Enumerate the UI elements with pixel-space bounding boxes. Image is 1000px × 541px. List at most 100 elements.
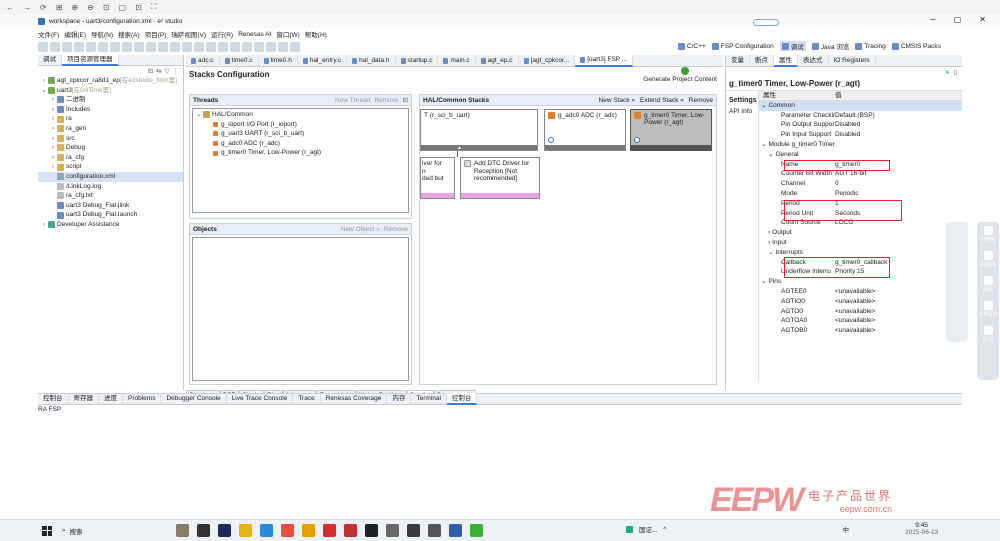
toolbar-icon[interactable] xyxy=(242,41,252,52)
menu-item-1[interactable]: 编辑(E) xyxy=(64,29,86,39)
new-stack-button[interactable]: New Stack » xyxy=(599,95,636,106)
bottom-tab-10[interactable]: 控制台 xyxy=(446,393,478,405)
prop-row[interactable]: Pin Input Support Disabled xyxy=(759,130,962,140)
toolbar-icon[interactable] xyxy=(74,41,84,52)
toolbar-icon[interactable] xyxy=(50,41,60,52)
editor-tab-6[interactable]: main.c xyxy=(438,54,476,67)
app-qq-icon[interactable] xyxy=(365,524,378,537)
prop-value[interactable]: <unavailable> xyxy=(835,287,875,297)
app-taskview-icon[interactable] xyxy=(197,524,210,537)
collapse-threads-icon[interactable]: ⊟ xyxy=(403,95,408,106)
generate-icon[interactable] xyxy=(681,67,689,75)
expand-arrow-icon[interactable]: › xyxy=(40,220,48,230)
tree-item[interactable]: › Includes xyxy=(38,105,183,115)
browser-btn-8[interactable]: ⊡ xyxy=(135,3,142,12)
menu-item-7[interactable]: Renesas AI xyxy=(238,31,271,38)
prop-row[interactable]: AGTIO0 <unavailable> xyxy=(759,297,962,307)
editor-tab-7[interactable]: agt_ep.c xyxy=(476,54,519,67)
tree-item[interactable]: › Developer Assistance xyxy=(38,220,183,230)
app-wechat-icon[interactable] xyxy=(470,524,483,537)
expand-arrow-icon[interactable]: ⌄ xyxy=(761,278,766,285)
toolbar-icon[interactable] xyxy=(38,41,48,52)
app-gray-icon[interactable] xyxy=(386,524,399,537)
toolbar-icon[interactable] xyxy=(110,41,120,52)
toolbar-icon[interactable] xyxy=(278,41,288,52)
app-camera-icon[interactable] xyxy=(407,524,420,537)
stack-card-uart[interactable]: T (r_sci_b_uart) ▲ xyxy=(420,109,538,151)
toolbar-icon[interactable] xyxy=(194,41,204,52)
bottom-tab-9[interactable]: Terminal xyxy=(411,393,447,405)
sub-card-dtc[interactable]: Add DTC Driver for Reception [Not recomm… xyxy=(460,157,540,199)
bottom-tab-1[interactable]: 寄存器 xyxy=(69,393,99,405)
menu-item-2[interactable]: 导航(N) xyxy=(91,29,113,39)
prop-row[interactable]: Channel 0 xyxy=(759,179,962,189)
editor-tab-4[interactable]: hal_data.h xyxy=(347,54,396,67)
expand-arrow-icon[interactable]: › xyxy=(49,143,57,153)
clock[interactable]: 9:45 2025-06-13 xyxy=(905,522,938,536)
expand-arrow-icon[interactable]: ⌄ xyxy=(40,86,48,96)
prop-row[interactable]: › Input xyxy=(759,238,962,248)
tree-item[interactable]: › src xyxy=(38,134,183,144)
perspective-3[interactable]: Java 浏览 xyxy=(811,41,849,51)
prop-row[interactable]: ⌄ General xyxy=(759,150,962,160)
prop-row[interactable]: ⌄ Module g_timer0 Timer xyxy=(759,140,962,150)
app-photoshop-icon[interactable] xyxy=(218,524,231,537)
prop-row[interactable]: AGTO0 <unavailable> xyxy=(759,307,962,317)
perspective-1[interactable]: FSP Configuration xyxy=(711,42,774,50)
generate-project-content-button[interactable]: Generate Project Content xyxy=(643,76,717,83)
new-object-button[interactable]: New Object » xyxy=(341,224,380,235)
prop-row[interactable]: AGTEE0 <unavailable> xyxy=(759,287,962,297)
right-tab-1[interactable]: 断点 xyxy=(750,54,774,67)
browser-btn-9[interactable]: ⛶ xyxy=(151,2,157,12)
side-tool-4[interactable]: 标注 xyxy=(977,326,999,343)
tree-item[interactable]: configuration.xml xyxy=(38,171,183,182)
toolbar-icon[interactable] xyxy=(86,41,96,52)
editor-tab-2[interactable]: time0.h xyxy=(259,54,298,67)
stock-icon[interactable] xyxy=(626,525,633,533)
prop-value[interactable]: <unavailable> xyxy=(835,297,875,307)
expand-arrow-icon[interactable]: › xyxy=(768,239,770,246)
menu-item-0[interactable]: 文件(F) xyxy=(38,29,59,39)
ime-indicator[interactable]: 中 xyxy=(842,524,849,534)
bottom-tab-3[interactable]: Problems xyxy=(123,393,162,405)
expand-arrow-icon[interactable]: ⌄ xyxy=(768,151,773,158)
tray-text[interactable]: 国证... xyxy=(639,524,657,534)
prop-value[interactable]: Disabled xyxy=(835,130,860,140)
browser-btn-2[interactable]: ⟳ xyxy=(40,3,47,12)
menu-item-3[interactable]: 搜索(A) xyxy=(118,29,140,39)
app-edge-icon[interactable] xyxy=(260,524,273,537)
close-button[interactable]: ✕ xyxy=(979,15,986,24)
app-folder-icon[interactable] xyxy=(302,524,315,537)
pin-icon[interactable]: ⇲ xyxy=(944,68,949,76)
perspective-5[interactable]: CMSIS Packs xyxy=(891,42,941,50)
app-avatar-icon[interactable] xyxy=(176,524,189,537)
toolbar-icon[interactable] xyxy=(98,41,108,52)
tree-item[interactable]: › ra_gen xyxy=(38,124,183,134)
sub-card-partial[interactable]: iver for n ded but xyxy=(420,157,455,199)
editor-tab-8[interactable]: [agt_cpkcor... xyxy=(519,54,576,67)
expand-arrow-icon[interactable]: › xyxy=(49,162,57,172)
bottom-tab-5[interactable]: Live Trace Console xyxy=(227,393,294,405)
tree-item[interactable]: › ra xyxy=(38,114,183,124)
toolbar-icon[interactable] xyxy=(134,41,144,52)
browser-btn-3[interactable]: ⊞ xyxy=(56,3,63,12)
perspective-4[interactable]: Tracing xyxy=(855,42,886,50)
bottom-tab-4[interactable]: Debugger Console xyxy=(161,393,227,405)
expand-arrow-icon[interactable]: › xyxy=(49,134,57,144)
side-tool-3[interactable]: 文档写作 xyxy=(977,301,999,318)
tree-item[interactable]: ra_cfg.txt xyxy=(38,191,183,201)
toolbar-icon[interactable] xyxy=(146,41,156,52)
browser-btn-7[interactable]: ▢ xyxy=(119,3,127,12)
tree-item[interactable]: ⌄ uart3 [在D4Time里] xyxy=(38,86,183,96)
menu-item-8[interactable]: 窗口(W) xyxy=(276,29,299,39)
left-tab-0[interactable]: 调试 xyxy=(38,54,62,66)
prop-value[interactable]: 0 xyxy=(835,179,839,189)
thread-item[interactable]: g_ioport I/O Port (r_ioport) xyxy=(195,120,406,130)
tree-item[interactable]: › ra_cfg xyxy=(38,153,183,163)
expand-arrow-icon[interactable]: › xyxy=(49,105,57,115)
prop-row[interactable]: › Output xyxy=(759,228,962,238)
toolbar-icon[interactable] xyxy=(218,41,228,52)
toolbar-icon[interactable] xyxy=(230,41,240,52)
app-wps-icon[interactable] xyxy=(323,524,336,537)
app-yellow-icon[interactable] xyxy=(239,524,252,537)
